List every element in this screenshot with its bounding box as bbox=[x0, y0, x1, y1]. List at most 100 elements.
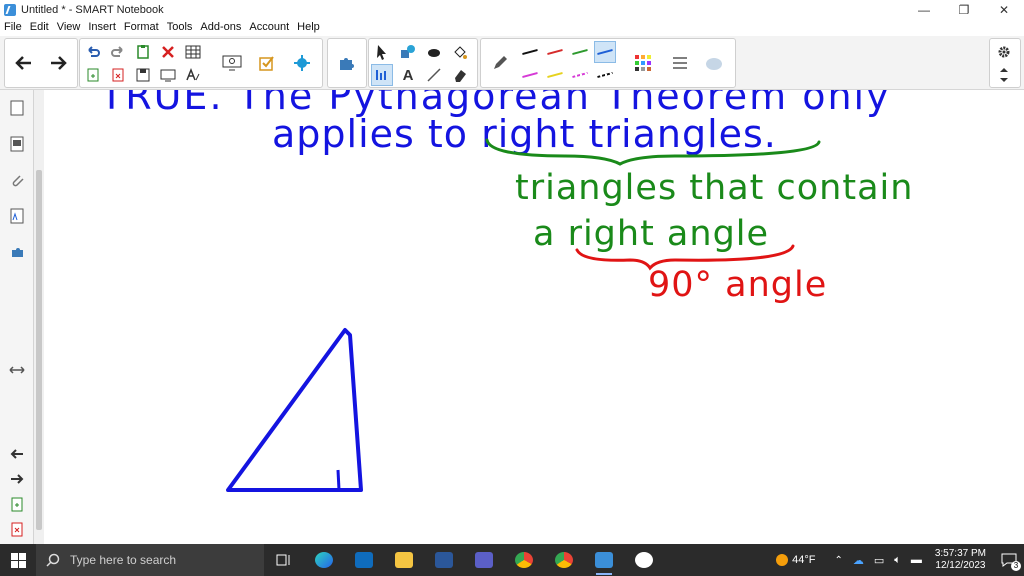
chrome-app[interactable] bbox=[504, 544, 544, 576]
capture-button[interactable] bbox=[215, 40, 249, 86]
clock[interactable]: 3:57:37 PM 12/12/2023 bbox=[935, 548, 986, 572]
activity-button[interactable] bbox=[250, 40, 284, 86]
restore-button[interactable]: ❐ bbox=[944, 0, 984, 19]
previous-page-button[interactable] bbox=[7, 444, 27, 464]
file-explorer-app[interactable] bbox=[384, 544, 424, 576]
text-tool[interactable]: A bbox=[397, 64, 419, 86]
pen-app[interactable] bbox=[624, 544, 664, 576]
menu-file[interactable]: File bbox=[0, 21, 26, 33]
pen-magenta[interactable] bbox=[519, 64, 541, 86]
panel-resize-button[interactable] bbox=[7, 360, 27, 380]
line-tool[interactable] bbox=[423, 64, 445, 86]
close-button[interactable]: ✕ bbox=[984, 0, 1024, 19]
menu-insert[interactable]: Insert bbox=[84, 21, 120, 33]
panel-scrollbar[interactable] bbox=[34, 90, 44, 544]
outlook-app[interactable] bbox=[344, 544, 384, 576]
pen-swatch-yellow bbox=[547, 71, 563, 79]
tools-group: A bbox=[368, 38, 478, 88]
extensions-button[interactable] bbox=[329, 40, 363, 86]
next-page-button[interactable] bbox=[7, 469, 27, 489]
back-button[interactable] bbox=[7, 40, 41, 86]
page-delete-button[interactable] bbox=[107, 64, 129, 86]
undo-button[interactable] bbox=[82, 41, 104, 63]
taskbar-search[interactable]: Type here to search bbox=[36, 544, 264, 576]
menu-tools[interactable]: Tools bbox=[163, 21, 197, 33]
chevron-up-icon[interactable]: ⌃ bbox=[834, 555, 842, 566]
network-icon[interactable]: ▭ bbox=[874, 554, 884, 567]
menu-view[interactable]: View bbox=[53, 21, 85, 33]
onedrive-icon[interactable]: ☁ bbox=[853, 554, 864, 567]
pen-dotted[interactable] bbox=[594, 64, 616, 86]
panel-scrollbar-thumb[interactable] bbox=[36, 170, 42, 530]
start-button[interactable] bbox=[0, 544, 36, 576]
pen-swatch-dotted bbox=[597, 71, 613, 79]
menu-account[interactable]: Account bbox=[245, 21, 293, 33]
fill-effects-button[interactable] bbox=[697, 40, 731, 86]
pen-palette-group bbox=[480, 38, 736, 88]
task-view-icon bbox=[276, 554, 290, 566]
attachments-tab[interactable] bbox=[7, 170, 27, 190]
notebook-canvas[interactable]: TRUE. The Pythagorean Theorem only appli… bbox=[45, 90, 1024, 544]
paste-button[interactable] bbox=[132, 41, 154, 63]
pen-type-button[interactable] bbox=[483, 40, 517, 86]
word-icon bbox=[435, 552, 453, 568]
page-sorter-tab[interactable] bbox=[7, 98, 27, 118]
color-palette-button[interactable] bbox=[626, 40, 660, 86]
notifications-button[interactable]: 3 bbox=[994, 544, 1024, 576]
pen-tool[interactable] bbox=[371, 64, 393, 86]
addons-tab[interactable] bbox=[7, 242, 27, 262]
weather-temp[interactable]: 44°F bbox=[792, 554, 815, 566]
edge-app[interactable] bbox=[304, 544, 344, 576]
title-bar: Untitled * - SMART Notebook — ❐ ✕ bbox=[0, 0, 1024, 19]
delete-page-button[interactable] bbox=[7, 520, 27, 540]
smart-notebook-app[interactable] bbox=[584, 544, 624, 576]
settings-group bbox=[989, 38, 1021, 88]
red-brace bbox=[575, 244, 795, 271]
line-style-button[interactable] bbox=[663, 40, 697, 86]
battery-icon[interactable]: ▬ bbox=[911, 554, 922, 566]
menu-format[interactable]: Format bbox=[120, 21, 163, 33]
word-app[interactable] bbox=[424, 544, 464, 576]
chrome-profile-app[interactable] bbox=[544, 544, 584, 576]
settings-button[interactable] bbox=[993, 41, 1015, 63]
menu-help[interactable]: Help bbox=[293, 21, 324, 33]
toolbar-move-button[interactable] bbox=[993, 64, 1015, 86]
pen-dashed[interactable] bbox=[569, 64, 591, 86]
text-format-button[interactable] bbox=[182, 64, 204, 86]
volume-icon[interactable]: 🔈︎ bbox=[894, 554, 901, 567]
forward-button[interactable] bbox=[41, 40, 75, 86]
window-controls: — ❐ ✕ bbox=[904, 0, 1024, 19]
add-page-button[interactable] bbox=[7, 495, 27, 515]
fill-tool[interactable] bbox=[449, 41, 471, 63]
pen-app-icon bbox=[635, 552, 653, 568]
pen-black[interactable] bbox=[519, 41, 541, 63]
pen-blue[interactable] bbox=[594, 41, 616, 63]
gallery-tab[interactable] bbox=[7, 134, 27, 154]
menu-addons[interactable]: Add-ons bbox=[196, 21, 245, 33]
teams-app[interactable] bbox=[464, 544, 504, 576]
clock-date: 12/12/2023 bbox=[935, 560, 986, 571]
pen-yellow[interactable] bbox=[544, 64, 566, 86]
save-button[interactable] bbox=[132, 64, 154, 86]
shapes-tool[interactable] bbox=[397, 41, 419, 63]
menu-edit[interactable]: Edit bbox=[26, 21, 53, 33]
properties-tab[interactable] bbox=[7, 206, 27, 226]
right-angle-mark bbox=[336, 469, 341, 491]
redo-button[interactable] bbox=[107, 41, 129, 63]
table-button[interactable] bbox=[182, 41, 204, 63]
screen-shade-button[interactable] bbox=[157, 64, 179, 86]
page-add-button[interactable] bbox=[82, 64, 104, 86]
pen-green[interactable] bbox=[569, 41, 591, 63]
delete-button[interactable] bbox=[157, 41, 179, 63]
select-tool[interactable] bbox=[371, 41, 393, 63]
folder-icon bbox=[395, 552, 413, 568]
addon-button[interactable] bbox=[285, 40, 319, 86]
page-delete-icon bbox=[112, 68, 124, 82]
eraser-tool[interactable] bbox=[423, 41, 445, 63]
magic-eraser-tool[interactable] bbox=[449, 64, 471, 86]
redo-icon bbox=[111, 46, 123, 57]
pen-red[interactable] bbox=[544, 41, 566, 63]
minimize-button[interactable]: — bbox=[904, 0, 944, 19]
save-icon bbox=[136, 68, 150, 82]
task-view-button[interactable] bbox=[264, 544, 304, 576]
